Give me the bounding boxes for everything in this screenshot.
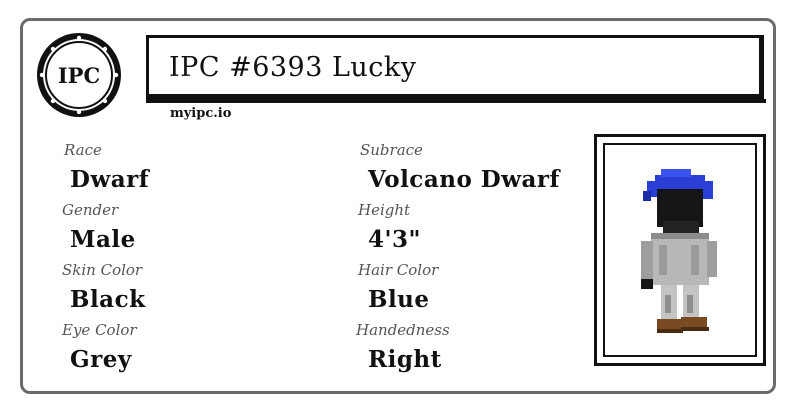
skin-color-label: Skin Color xyxy=(62,261,143,279)
height-label: Height xyxy=(358,201,411,219)
title-underline xyxy=(146,99,766,103)
hair-color-value: Blue xyxy=(368,286,430,313)
site-url: myipc.io xyxy=(170,106,232,121)
eye-color-value: Grey xyxy=(70,346,132,373)
subrace-label: Subrace xyxy=(360,141,423,159)
skin-color-value: Black xyxy=(70,286,146,313)
eye-color-label: Eye Color xyxy=(62,321,137,339)
logo-text: IPC xyxy=(58,63,100,88)
handedness-label: Handedness xyxy=(356,321,450,339)
gender-value: Male xyxy=(70,226,136,253)
dwarf-character-sprite-icon xyxy=(641,169,717,333)
handedness-value: Right xyxy=(368,346,442,373)
race-label: Race xyxy=(64,141,102,159)
ipc-logo: IPC xyxy=(34,30,124,120)
portrait-inner-frame xyxy=(603,143,757,357)
card-title: IPC #6393 Lucky xyxy=(169,52,417,83)
subrace-value: Volcano Dwarf xyxy=(368,166,560,193)
title-box: IPC #6393 Lucky xyxy=(146,35,764,99)
height-value: 4'3" xyxy=(368,226,422,253)
hair-color-label: Hair Color xyxy=(358,261,439,279)
portrait-frame xyxy=(594,134,766,366)
gender-label: Gender xyxy=(62,201,119,219)
race-value: Dwarf xyxy=(70,166,150,193)
